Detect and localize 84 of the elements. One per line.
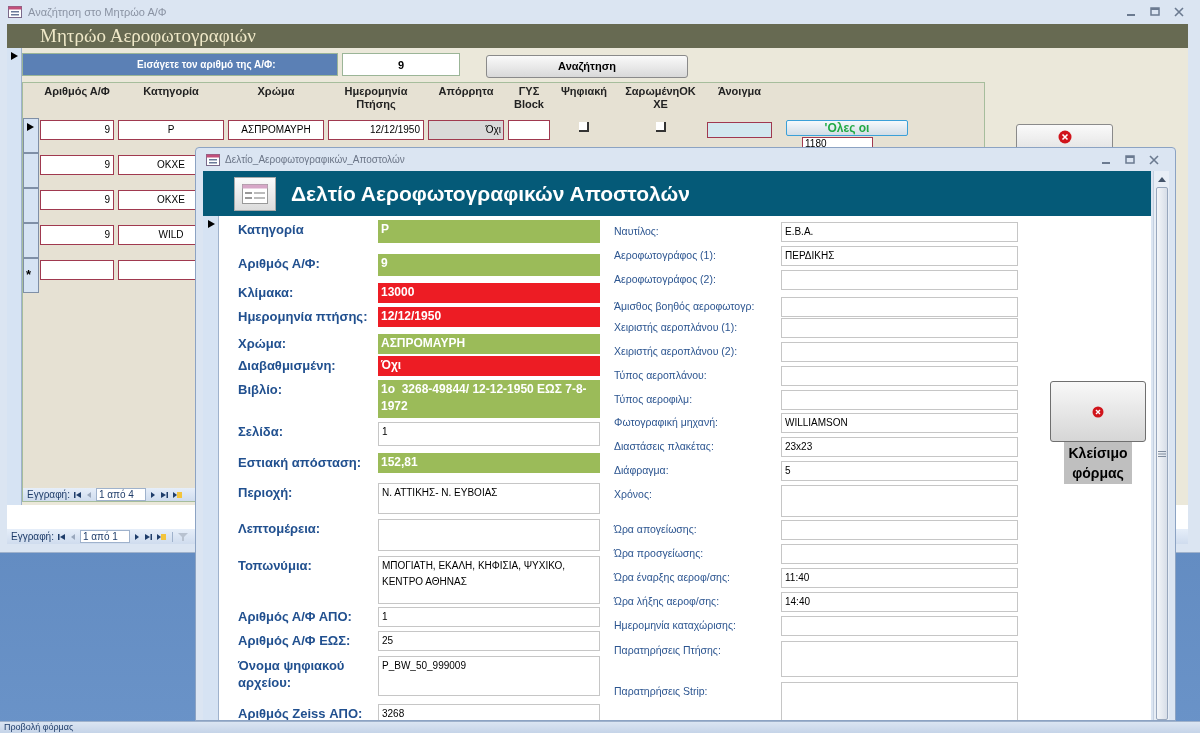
field-label: Αριθμός Α/Φ ΕΩΣ: [238,632,352,649]
field-label: Παρατηρήσεις Πτήσης: [614,643,722,657]
field-label: Κλίμακα: [238,284,295,301]
field-label: Ώρα απογείωσης: [614,522,698,536]
field-label: Ημερομηνία καταχώρισης: [614,618,737,632]
form-field[interactable]: 1 [378,422,600,446]
form-field[interactable]: 25 [378,631,600,651]
table-cell: 9 [40,120,114,140]
field-label: Αεροφωτογράφος (1): [614,248,717,262]
record-position-field[interactable]: 1 από 4 [95,488,146,501]
column-header: Κατηγορία [142,85,200,99]
form-field[interactable]: 3268 [378,704,600,720]
table-cell: P [118,120,224,140]
table-cell: 9 [40,225,114,245]
field-label: Εστιακή απόσταση: [238,454,363,471]
form-field[interactable]: Ν. ΑΤΤΙΚΗΣ- Ν. ΕΥΒΟΙΑΣ [378,483,600,514]
column-header: ΣαρωμένηΟΚ ΧΕ [624,85,697,112]
field-label: Όνομα ψηφιακού αρχείου: [238,657,346,691]
field-label: Κατηγορία [238,221,305,238]
column-header: Αριθμός Α/Φ [43,85,111,99]
search-button[interactable]: Αναζήτηση [486,55,688,78]
field-label: Ημερομηνία πτήσης: [238,308,369,325]
form-field[interactable]: 12/12/1950 [378,307,600,327]
record-position-field[interactable]: 1 από 1 [79,530,130,543]
field-label: Αεροφωτογράφος (2): [614,272,717,286]
form-field[interactable]: 5 [781,461,1018,481]
form-field[interactable]: Ε.Β.Α. [781,222,1018,242]
window-title: Αναζήτηση στο Μητρώο Α/Φ [28,4,167,20]
form-field[interactable]: 14:40 [781,592,1018,612]
field-label: Τύπος αεροφιλμ: [614,392,694,406]
record-nav-label: Εγγραφή: [27,488,70,502]
field-label: Άμισθος βοηθός αεροφωτογρ: [614,299,756,313]
column-header: Χρώμα [256,85,296,99]
form-field[interactable]: ΠΕΡΔΙΚΗΣ [781,246,1018,266]
form-field[interactable]: P_BW_50_999009 [378,656,600,696]
search-label: Εισάγετε τον αριθμό της Α/Φ: [22,53,338,76]
field-label: Φωτογραφική μηχανή: [614,415,719,429]
field-label: Αριθμός Zeiss ΑΠΟ: [238,705,364,720]
status-bar: Προβολή φόρμας [0,721,1200,733]
table-cell: 12/12/1950 [328,120,424,140]
field-label: Λεπτομέρεια: [238,520,322,537]
field-label: Παρατηρήσεις Strip: [614,684,709,698]
form-field[interactable]: 13000 [378,283,600,303]
field-label: Τύπος αεροπλάνου: [614,368,708,382]
field-label: Τοπωνύμια: [238,557,313,574]
field-label: Σελίδα: [238,423,285,440]
table-cell: 9 [40,155,114,175]
form-field[interactable]: 23x23 [781,437,1018,457]
field-label: Διαστάσεις πλακέτας: [614,439,715,453]
form-field[interactable]: 1 [378,607,600,627]
column-header: ΓΥΣ Block [513,85,545,112]
field-label: Διάφραγμα: [614,463,670,477]
column-header: Ημερομηνία Πτήσης [343,85,409,112]
field-label: Περιοχή: [238,484,294,501]
field-label: Χειριστής αεροπλάνου (1): [614,320,739,334]
form-title: Δελτίο Αεροφωτογραφικών Αποστολών [291,180,690,207]
field-label: Χειριστής αεροπλάνου (2): [614,344,739,358]
table-cell: Όχι [428,120,504,140]
field-label: Ώρα λήξης αεροφ/σης: [614,594,721,608]
close-form-label: Κλείσιμο φόρμας [1064,442,1132,484]
field-label: Ώρα προσγείωσης: [614,546,705,560]
field-label: Βιβλίο: [238,381,284,398]
column-header: Ψηφιακή [559,85,609,99]
form-field[interactable]: 11:40 [781,568,1018,588]
form-field[interactable]: Όχι [378,356,600,376]
table-cell: 9 [40,190,114,210]
field-label: Χρόνος: [614,487,653,501]
record-nav-label: Εγγραφή: [11,530,54,544]
column-header: Άνοιγμα [716,85,762,99]
window-title: Δελτίο_Αεροφωτογραφικών_Αποστολών [225,153,405,167]
field-label: Ναυτίλος: [614,224,660,238]
form-header: Μητρώο Αεροφωτογραφιών [7,24,1188,48]
field-label: Ώρα έναρξης αεροφ/σης: [614,570,731,584]
field-label: Αριθμός Α/Φ: [238,255,321,272]
search-field[interactable]: 9 [342,53,460,76]
form-field[interactable]: WILLIAMSON [781,413,1018,433]
field-label: Διαβαθμισμένη: [238,357,337,374]
field-label: Χρώμα: [238,335,287,352]
row-selector[interactable]: * [23,258,39,293]
new-row-marker: * [26,267,32,282]
form-field[interactable]: ΜΠΟΓΙΑΤΗ, ΕΚΑΛΗ, ΚΗΦΙΣΙΑ, ΨΥΧΙΚΟ, ΚΕΝΤΡΟ ΑΘΗΝΑΣ [378,556,600,604]
table-cell: ΑΣΠΡΟΜΑΥΡΗ [228,120,324,140]
column-header: Απόρρητα [437,85,495,99]
field-label: Αριθμός Α/Φ ΑΠΟ: [238,608,353,625]
